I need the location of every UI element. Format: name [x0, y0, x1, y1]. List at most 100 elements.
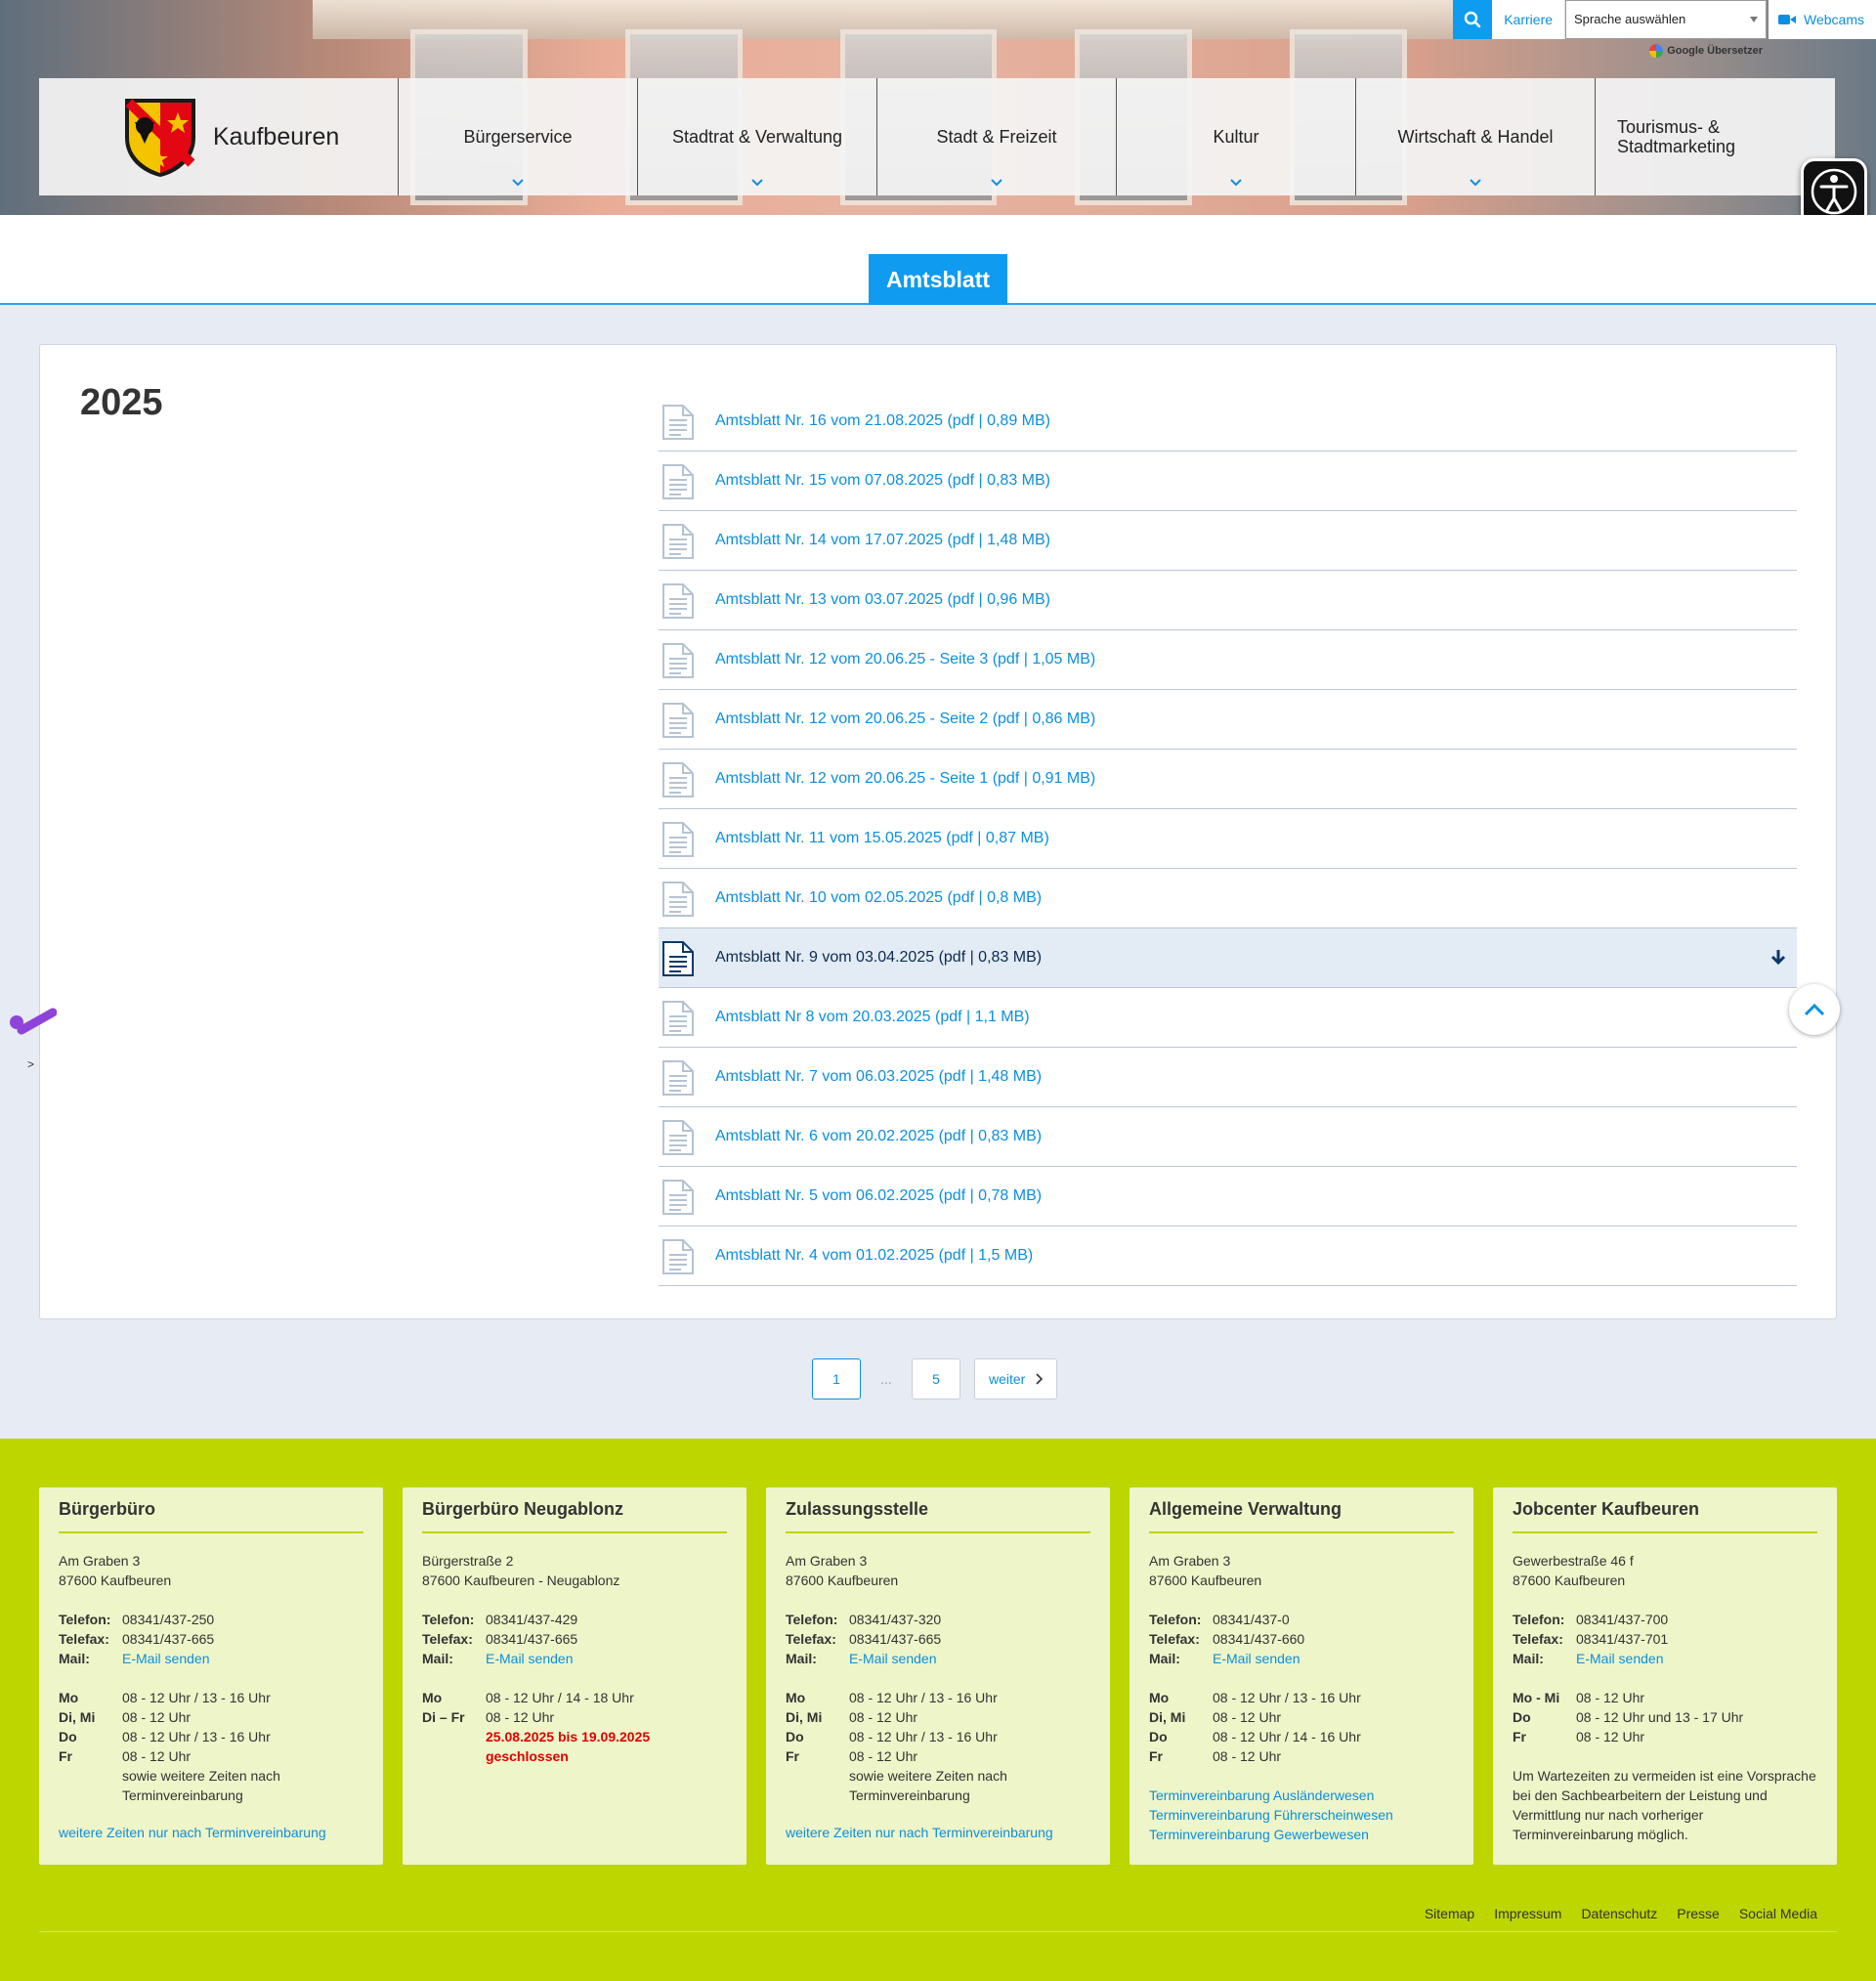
chevron-right-icon — [1036, 1373, 1044, 1385]
document-link-label: Amtsblatt Nr 8 vom 20.03.2025 (pdf | 1,1… — [715, 1009, 1030, 1025]
phone-value: 08341/437-320 — [849, 1612, 942, 1627]
fax-value: 08341/437-665 — [486, 1631, 578, 1647]
pagination-page-1[interactable]: 1 — [812, 1358, 861, 1400]
document-row[interactable]: Amtsblatt Nr. 4 vom 01.02.2025 (pdf | 1,… — [659, 1227, 1797, 1286]
address-line: 87600 Kaufbeuren - Neugablonz — [422, 1572, 620, 1588]
hours-value: 08 - 12 Uhr / 13 - 16 Uhr — [1213, 1690, 1361, 1705]
fax-key: Telefax: — [1513, 1631, 1563, 1647]
document-row[interactable]: Amtsblatt Nr. 12 vom 20.06.25 - Seite 3 … — [659, 630, 1797, 690]
email-link[interactable]: E-Mail senden — [849, 1651, 937, 1666]
contact-table: Telefon: 08341/437-0 Telefax: 08341/437-66… — [1149, 1610, 1304, 1668]
footer-card-title: Bürgerbüro Neugablonz — [422, 1499, 727, 1533]
nav-item-wirtschaft-handel[interactable]: Wirtschaft & Handel — [1356, 78, 1596, 195]
hours-table: Mo 08 - 12 Uhr / 13 - 16 Uhr Di, Mi 08 - 1… — [59, 1688, 318, 1805]
nav-item-kultur[interactable]: Kultur — [1117, 78, 1356, 195]
fax-key: Telefax: — [786, 1631, 836, 1647]
fax-key: Telefax: — [422, 1631, 473, 1647]
address-line: Am Graben 3 — [786, 1553, 868, 1569]
footer-card-title: Allgemeine Verwaltung — [1149, 1499, 1454, 1533]
phone-key: Telefon: — [786, 1612, 838, 1627]
pagination-page-5[interactable]: 5 — [912, 1358, 960, 1400]
language-select[interactable]: Sprache auswählen — [1565, 0, 1768, 39]
fax-value: 08341/437-665 — [122, 1631, 215, 1647]
footer: Bürgerbüro Am Graben 3 87600 Kaufbeuren T… — [0, 1439, 1876, 1981]
hours-day: Fr — [59, 1748, 72, 1764]
document-link-label: Amtsblatt Nr. 11 vom 15.05.2025 (pdf | 0… — [715, 830, 1049, 846]
document-row[interactable]: Amtsblatt Nr. 6 vom 20.02.2025 (pdf | 0,… — [659, 1107, 1797, 1167]
appointment-link-auslaenderwesen[interactable]: Terminvereinbarung Ausländerwesen — [1149, 1786, 1454, 1805]
nav-item-label: Kultur — [1213, 126, 1259, 147]
email-link[interactable]: E-Mail senden — [1576, 1651, 1664, 1666]
mail-key: Mail: — [59, 1651, 90, 1666]
footer-link-sitemap[interactable]: Sitemap — [1425, 1906, 1474, 1921]
nav-item-buergerservice[interactable]: Bürgerservice — [399, 78, 638, 195]
phone-key: Telefon: — [422, 1612, 475, 1627]
footer-card-zulassungsstelle: Zulassungsstelle Am Graben 3 87600 Kaufbe… — [766, 1487, 1110, 1865]
document-row[interactable]: Amtsblatt Nr. 15 vom 07.08.2025 (pdf | 0… — [659, 452, 1797, 511]
document-row[interactable]: Amtsblatt Nr. 10 vom 02.05.2025 (pdf | 0… — [659, 869, 1797, 928]
google-translate-attribution[interactable]: Google Übersetzer — [1649, 44, 1763, 58]
footer-link-social-media[interactable]: Social Media — [1739, 1906, 1817, 1921]
phone-value: 08341/437-429 — [486, 1612, 578, 1627]
hours-value: 08 - 12 Uhr — [849, 1748, 918, 1764]
document-row[interactable]: Amtsblatt Nr. 12 vom 20.06.25 - Seite 1 … — [659, 750, 1797, 809]
footer-card-buergerbuero-neugablonz: Bürgerbüro Neugablonz Bürgerstraße 2 8760… — [403, 1487, 746, 1865]
coat-of-arms-icon — [125, 99, 195, 177]
document-row[interactable]: Amtsblatt Nr. 13 vom 03.07.2025 (pdf | 0… — [659, 571, 1797, 630]
email-link[interactable]: E-Mail senden — [486, 1651, 574, 1666]
hours-day: Mo — [422, 1690, 443, 1705]
appointment-link-gewerbewesen[interactable]: Terminvereinbarung Gewerbewesen — [1149, 1825, 1454, 1844]
footer-link-presse[interactable]: Presse — [1677, 1906, 1720, 1921]
email-link[interactable]: E-Mail senden — [122, 1651, 210, 1666]
document-row[interactable]: Amtsblatt Nr. 7 vom 06.03.2025 (pdf | 1,… — [659, 1048, 1797, 1107]
document-row[interactable]: Amtsblatt Nr. 16 vom 21.08.2025 (pdf | 0… — [659, 392, 1797, 452]
hours-value: 08 - 12 Uhr / 14 - 16 Uhr — [1213, 1729, 1361, 1744]
nav-item-tourismus-stadtmarketing[interactable]: Tourismus- & Stadtmarketing — [1596, 78, 1835, 195]
pen-widget-icon[interactable] — [8, 1005, 58, 1045]
document-icon — [662, 524, 694, 559]
document-link-label: Amtsblatt Nr. 7 vom 06.03.2025 (pdf | 1,… — [715, 1068, 1043, 1085]
hours-day: Fr — [786, 1748, 799, 1764]
scroll-to-top-button[interactable] — [1789, 984, 1840, 1035]
email-link[interactable]: E-Mail senden — [1213, 1651, 1300, 1666]
document-icon — [662, 762, 694, 797]
hours-value: 08 - 12 Uhr — [1576, 1729, 1645, 1744]
document-row[interactable]: Amtsblatt Nr. 9 vom 03.04.2025 (pdf | 0,… — [659, 928, 1797, 988]
hours-day: Fr — [1513, 1729, 1526, 1744]
widget-caret[interactable]: > — [27, 1057, 34, 1071]
search-icon — [1465, 11, 1481, 28]
search-button[interactable] — [1453, 0, 1493, 39]
document-row[interactable]: Amtsblatt Nr. 5 vom 06.02.2025 (pdf | 0,… — [659, 1167, 1797, 1227]
document-row[interactable]: Amtsblatt Nr. 12 vom 20.06.25 - Seite 2 … — [659, 690, 1797, 750]
appointment-link[interactable]: weitere Zeiten nur nach Terminvereinbaru… — [786, 1825, 1053, 1840]
nav-item-stadtrat-verwaltung[interactable]: Stadtrat & Verwaltung — [638, 78, 877, 195]
phone-value: 08341/437-250 — [122, 1612, 215, 1627]
appointment-link[interactable]: weitere Zeiten nur nach Terminvereinbaru… — [59, 1825, 326, 1840]
footer-card-address: Am Graben 3 87600 Kaufbeuren — [786, 1551, 1090, 1590]
hours-value: 08 - 12 Uhr / 13 - 16 Uhr — [849, 1690, 998, 1705]
appointment-link-fuehrerscheinwesen[interactable]: Terminvereinbarung Führerscheinwesen — [1149, 1805, 1454, 1825]
nav-item-stadt-freizeit[interactable]: Stadt & Freizeit — [877, 78, 1117, 195]
document-row[interactable]: Amtsblatt Nr 8 vom 20.03.2025 (pdf | 1,1… — [659, 988, 1797, 1048]
pagination-next-button[interactable]: weiter — [974, 1358, 1058, 1400]
pagination-ellipsis: ... — [880, 1371, 892, 1387]
jobcenter-note: Um Wartezeiten zu vermeiden ist eine Vor… — [1513, 1768, 1816, 1842]
nav-item-label: Wirtschaft & Handel — [1397, 126, 1554, 147]
footer-link-impressum[interactable]: Impressum — [1494, 1906, 1561, 1921]
hours-value: 08 - 12 Uhr — [1213, 1748, 1282, 1764]
dropdown-arrow-icon — [1750, 17, 1759, 22]
karriere-link[interactable]: Karriere — [1492, 0, 1566, 39]
google-translate-label: Google Übersetzer — [1667, 45, 1763, 57]
chevron-down-icon — [1470, 179, 1481, 187]
language-select-value: Sprache auswählen — [1574, 12, 1686, 26]
site-logo-link[interactable]: Kaufbeuren — [39, 78, 399, 195]
address-line: 87600 Kaufbeuren — [1513, 1572, 1626, 1588]
mail-key: Mail: — [1149, 1651, 1180, 1666]
hours-day: Di – Fr — [422, 1709, 465, 1725]
footer-card-address: Am Graben 3 87600 Kaufbeuren — [59, 1551, 363, 1590]
document-row[interactable]: Amtsblatt Nr. 11 vom 15.05.2025 (pdf | 0… — [659, 809, 1797, 869]
hours-table: Mo 08 - 12 Uhr / 13 - 16 Uhr Di, Mi 08 - 1… — [786, 1688, 1045, 1805]
footer-link-datenschutz[interactable]: Datenschutz — [1581, 1906, 1657, 1921]
webcams-link[interactable]: Webcams — [1769, 0, 1876, 39]
document-row[interactable]: Amtsblatt Nr. 14 vom 17.07.2025 (pdf | 1… — [659, 511, 1797, 571]
